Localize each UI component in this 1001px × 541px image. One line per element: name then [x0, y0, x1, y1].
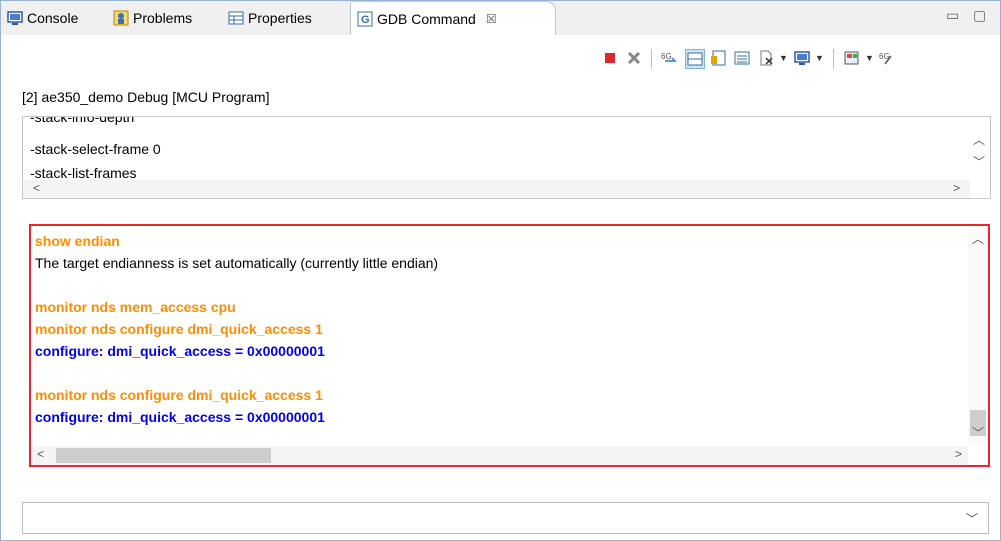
output-response-line: configure: dmi_quick_access = 0x00000001: [35, 409, 325, 425]
tab-problems-label: Problems: [133, 10, 193, 26]
chevron-down-icon[interactable]: ▼: [779, 53, 788, 63]
export-icon[interactable]: [757, 49, 775, 67]
view-toolbar: 6G ▼ ▼ ▼ 6G: [1, 35, 1000, 77]
svg-text:6G: 6G: [661, 52, 672, 61]
list-item[interactable]: -stack-info-depth: [30, 117, 134, 125]
view-tab-bar: Console Problems Properties G GDB Comman…: [1, 1, 1000, 36]
tab-properties-label: Properties: [248, 10, 312, 26]
scroll-up-icon[interactable]: ︿: [972, 230, 984, 247]
minimize-icon[interactable]: ▭: [946, 7, 959, 24]
chevron-down-icon[interactable]: ﹀: [966, 510, 978, 527]
chevron-down-icon[interactable]: ▼: [865, 53, 874, 63]
horizontal-scrollbar[interactable]: < >: [23, 180, 970, 198]
layout-horizontal-icon[interactable]: [685, 49, 705, 69]
stop-icon[interactable]: [601, 49, 619, 67]
chevron-down-icon[interactable]: ▼: [815, 53, 824, 63]
scroll-down-icon[interactable]: ﹀: [972, 424, 984, 441]
command-input[interactable]: [29, 509, 953, 529]
scroll-left-icon[interactable]: <: [37, 447, 44, 461]
command-input-combo[interactable]: ﹀: [22, 502, 989, 534]
horizontal-scrollbar[interactable]: < >: [31, 446, 968, 465]
scroll-left-icon[interactable]: <: [33, 181, 40, 195]
tab-problems[interactable]: Problems: [107, 1, 198, 35]
output-command-line: show endian: [35, 233, 120, 249]
tab-gdb-command[interactable]: G GDB Command ☒: [350, 1, 556, 36]
console-icon: [7, 10, 23, 26]
tab-gdb-command-label: GDB Command: [377, 11, 476, 27]
toolbar-separator: [833, 49, 834, 69]
tab-properties[interactable]: Properties: [222, 1, 318, 35]
settings-icon[interactable]: [843, 49, 861, 67]
list-view-icon[interactable]: [733, 49, 751, 67]
session-label: [2] ae350_demo Debug [MCU Program]: [22, 89, 270, 105]
command-history-list[interactable]: -stack-info-depth -stack-select-frame 0 …: [22, 116, 991, 199]
output-response-line: configure: dmi_quick_access = 0x00000001: [35, 343, 325, 359]
register-icon[interactable]: [709, 49, 727, 67]
output-text-line: The target endianness is set automatical…: [35, 255, 439, 271]
properties-icon: [228, 10, 244, 26]
list-item[interactable]: -stack-list-frames: [30, 165, 137, 181]
output-command-line: monitor nds mem_access cpu: [35, 299, 236, 315]
tab-console[interactable]: Console: [1, 1, 84, 35]
connect-icon[interactable]: 6G: [879, 49, 897, 67]
gdb-trace-icon[interactable]: 6G: [661, 49, 679, 67]
output-command-line: monitor nds configure dmi_quick_access 1: [35, 321, 323, 337]
tab-console-label: Console: [27, 10, 79, 26]
scroll-down-icon[interactable]: ﹀: [973, 153, 985, 170]
toolbar-separator: [651, 49, 652, 69]
scrollbar-thumb[interactable]: [56, 448, 271, 463]
list-item[interactable]: -stack-select-frame 0: [30, 141, 161, 157]
vertical-scrollbar[interactable]: ︿ ﹀: [968, 226, 988, 445]
display-icon[interactable]: [793, 49, 811, 67]
scroll-right-icon[interactable]: >: [953, 181, 960, 195]
svg-text:G: G: [361, 14, 370, 26]
close-icon[interactable]: ☒: [486, 12, 497, 26]
scroll-right-icon[interactable]: >: [955, 447, 962, 461]
gdb-icon: G: [357, 11, 373, 27]
output-command-line: monitor nds configure dmi_quick_access 1: [35, 387, 323, 403]
remove-all-icon[interactable]: [625, 49, 643, 67]
scroll-up-icon[interactable]: ︿: [973, 131, 985, 148]
problems-icon: [113, 10, 129, 26]
gdb-command-view: Console Problems Properties G GDB Comman…: [0, 0, 1001, 541]
maximize-icon[interactable]: ▢: [973, 7, 986, 24]
gdb-output-panel[interactable]: show endian The target endianness is set …: [29, 224, 990, 467]
